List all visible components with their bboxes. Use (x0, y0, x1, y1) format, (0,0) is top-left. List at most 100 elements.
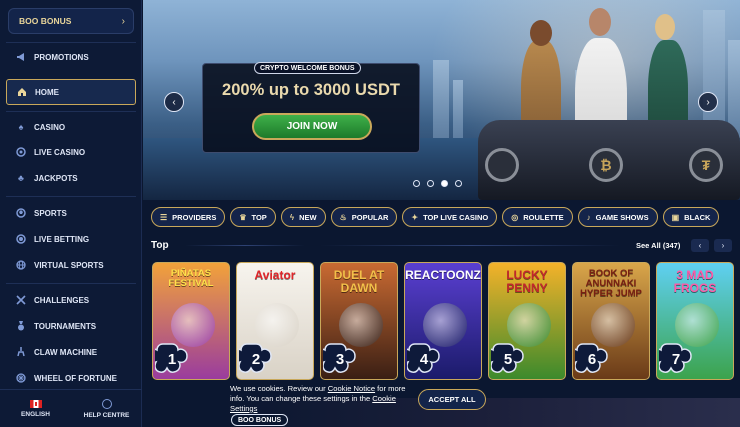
boo-bonus-button[interactable]: BOO BONUS › (8, 8, 134, 34)
category-new[interactable]: ϟ NEW (280, 207, 326, 227)
category-game-shows[interactable]: ♪ GAME SHOWS (577, 207, 658, 227)
game-tile[interactable]: Aviator 2 (236, 262, 314, 380)
sidebar-item-live-betting[interactable]: LIVE BETTING (6, 228, 136, 250)
medal-icon (16, 321, 26, 331)
swords-icon (16, 295, 26, 305)
game-tile[interactable]: 3 MAD FROGS 7 (656, 262, 734, 380)
game-tile[interactable]: LUCKY PENNY 5 (488, 262, 566, 380)
sidebar-item-home[interactable]: HOME (6, 79, 136, 105)
canada-flag-icon (29, 399, 42, 408)
sidebar-item-live-casino[interactable]: LIVE CASINO (6, 141, 136, 163)
category-providers[interactable]: ☰ PROVIDERS (151, 207, 226, 227)
game-tile[interactable]: REACTOONZ 4 (404, 262, 482, 380)
clover-icon: ♣ (18, 173, 24, 183)
game-title: LUCKY PENNY (506, 268, 548, 295)
sidebar-item-label: CLAW MACHINE (34, 347, 98, 357)
divider (6, 42, 136, 43)
cookie-notice-link[interactable]: Cookie Notice (328, 384, 375, 393)
game-artwork (591, 303, 635, 347)
join-now-button[interactable]: JOIN NOW (252, 113, 372, 140)
hero-dot[interactable] (455, 180, 462, 187)
section-title-top: Top (151, 240, 169, 251)
game-artwork (171, 303, 215, 347)
category-label: BLACK (684, 212, 711, 222)
sidebar-item-wheel-of-fortune[interactable]: WHEEL OF FORTUNE (6, 367, 136, 389)
category-blackjack[interactable]: ▣ BLACK (662, 207, 720, 227)
sidebar-item-label: WHEEL OF FORTUNE (34, 373, 117, 383)
hero-dot-active[interactable] (441, 180, 448, 187)
category-top-live-casino[interactable]: ✦ TOP LIVE CASINO (402, 207, 498, 227)
chevron-right-icon: › (706, 96, 710, 108)
chip-icon (16, 147, 26, 157)
category-label: PROVIDERS (172, 212, 217, 222)
rank-badge: 6 (573, 342, 609, 376)
category-label: TOP LIVE CASINO (423, 212, 489, 222)
rank-badge: 5 (489, 342, 525, 376)
rank-badge: 2 (237, 342, 273, 376)
hero-building (453, 80, 463, 140)
category-label: POPULAR (351, 212, 389, 222)
category-label: GAME SHOWS (595, 212, 649, 222)
hero-pagination (413, 180, 462, 187)
category-top[interactable]: ♛ TOP (230, 207, 276, 227)
carousel-next-button[interactable]: › (714, 239, 732, 252)
game-title: REACTOONZ (405, 268, 481, 282)
cards-icon: ▣ (671, 212, 680, 222)
sidebar-item-tournaments[interactable]: TOURNAMENTS (6, 315, 136, 337)
rank-number: 5 (503, 350, 513, 368)
rank-number: 1 (167, 350, 177, 368)
live-icon (16, 234, 26, 244)
category-label: ROULETTE (523, 212, 564, 222)
hero-dot[interactable] (413, 180, 420, 187)
sidebar-item-casino[interactable]: ♠ CASINO (6, 116, 136, 138)
category-roulette[interactable]: ◎ ROULETTE (502, 207, 573, 227)
hero-next-button[interactable]: › (698, 92, 718, 112)
sidebar-item-virtual-sports[interactable]: VIRTUAL SPORTS (6, 254, 136, 276)
sidebar-item-claw-machine[interactable]: CLAW MACHINE (6, 341, 136, 363)
megaphone-icon (16, 52, 26, 62)
game-tile[interactable]: DUEL AT DAWN 3 (320, 262, 398, 380)
hero-dot[interactable] (427, 180, 434, 187)
sidebar-item-label: TOURNAMENTS (34, 321, 97, 331)
wheel-icon (16, 373, 26, 383)
list-icon: ☰ (160, 212, 168, 222)
language-button[interactable]: ENGLISH (0, 390, 71, 427)
game-artwork (255, 303, 299, 347)
divider (6, 196, 136, 197)
see-all-link[interactable]: See All (347) (636, 241, 680, 250)
sidebar-item-label: VIRTUAL SPORTS (34, 260, 104, 270)
rank-number: 2 (251, 350, 261, 368)
tether-icon: ₮ (689, 148, 723, 182)
chevron-right-icon: › (121, 15, 125, 27)
claw-icon (16, 347, 26, 357)
carousel-prev-button[interactable]: ‹ (691, 239, 709, 252)
sidebar-item-challenges[interactable]: CHALLENGES (6, 289, 136, 311)
divider (6, 111, 136, 112)
sidebar-item-label: CHALLENGES (34, 295, 90, 305)
help-centre-button[interactable]: HELP CENTRE (71, 390, 142, 427)
game-tile[interactable]: PIÑATAS FESTIVAL 1 (152, 262, 230, 380)
divider (6, 283, 136, 284)
sidebar-item-jackpots[interactable]: ♣ JACKPOTS (6, 167, 136, 189)
category-popular[interactable]: ♨ POPULAR (330, 207, 398, 227)
mic-icon: ♪ (586, 212, 591, 222)
hero-prev-button[interactable]: ‹ (164, 92, 184, 112)
chevron-left-icon: ‹ (172, 96, 176, 108)
sidebar-item-label: LIVE CASINO (34, 147, 86, 157)
cookie-text: We use cookies. Review our Cookie Notice… (230, 384, 410, 414)
category-label: TOP (251, 212, 267, 222)
sidebar-item-promotions[interactable]: PROMOTIONS (6, 46, 136, 68)
hero-person-head (589, 8, 611, 36)
spade-icon: ♠ (18, 122, 24, 132)
sidebar: BOO BONUS › PROMOTIONS HOME ♠ CASINO LIV… (0, 0, 142, 427)
rank-badge: 1 (153, 342, 189, 376)
accept-all-button[interactable]: ACCEPT ALL (418, 389, 486, 410)
sidebar-item-sports[interactable]: SPORTS (6, 202, 136, 224)
fire-icon: ♨ (339, 212, 347, 222)
category-label: NEW (299, 212, 317, 222)
sidebar-item-label: LIVE BETTING (34, 234, 90, 244)
game-tile[interactable]: BOOK OF ANUNNAKI HYPER JUMP 6 (572, 262, 650, 380)
sidebar-item-label: PROMOTIONS (34, 52, 89, 62)
game-title: 3 MAD FROGS (673, 268, 717, 295)
hero-person-head (655, 14, 675, 40)
